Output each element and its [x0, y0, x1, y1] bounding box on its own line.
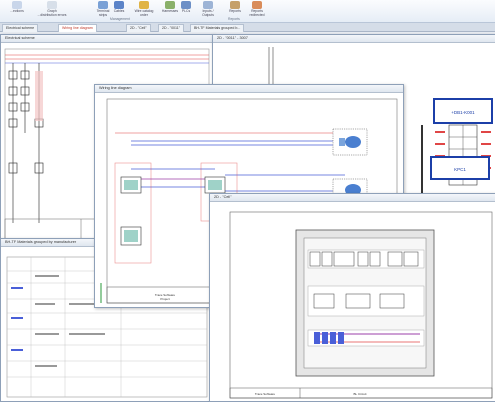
device-label-kpc1: KPC1: [454, 167, 466, 172]
ribbon-button-reports[interactable]: Reports: [224, 1, 246, 17]
cell-2d-window[interactable]: 2D - "Cell" Trace Software BL Circuit: [209, 193, 495, 402]
tab-materials-grouped[interactable]: BH-TF Materials grouped b...: [190, 24, 245, 32]
ribbon-button-plcs[interactable]: PLCs: [176, 1, 196, 17]
kpc1-device-area: KPC1: [403, 155, 491, 185]
din-rail-1[interactable]: [307, 249, 425, 269]
din-rail-3[interactable]: [307, 329, 425, 347]
electrical-scheme-title: Electrical scheme: [1, 35, 213, 43]
connections-icon: [12, 1, 22, 9]
tab-wiring-line-diagram[interactable]: Wiring line diagram: [58, 24, 97, 32]
cell-2d-title: 2D - "Cell": [210, 194, 495, 202]
din-rail-2[interactable]: [307, 285, 425, 317]
cables-icon: [114, 1, 124, 9]
tab-electrical-scheme[interactable]: Electrical scheme: [2, 24, 39, 32]
harnesses-icon: [165, 1, 175, 9]
tab-2d-cell[interactable]: 2D - "Cell": [126, 24, 151, 32]
wiring-diagram-title: Wiring line diagram: [95, 85, 403, 93]
wiring-titleblock-project: Project: [160, 297, 170, 301]
ribbon-button-cables[interactable]: Cables: [108, 1, 130, 17]
ribbon-toolbar: ...ections Graph ...distribution errors …: [0, 0, 495, 23]
cell-titleblock-label: BL Circuit: [354, 392, 367, 396]
reports-redirected-icon: [252, 1, 262, 9]
ribbon-button-graph[interactable]: Graph ...distribution errors: [32, 1, 72, 17]
device-label-db1: +DB1-K001: [451, 110, 475, 115]
cell-titleblock-company: Trace Software: [255, 392, 276, 396]
ribbon-button-reports-redirected[interactable]: Reports redirected: [244, 1, 270, 17]
terminal-block-3[interactable]: [204, 176, 226, 194]
ribbon-group-reports: Reports: [228, 17, 240, 21]
motor-1[interactable]: [332, 128, 368, 156]
terminal-block-1[interactable]: [120, 176, 142, 194]
terminal-strips-icon: [98, 1, 108, 9]
ribbon-group-management: Management: [110, 17, 130, 21]
plcs-icon: [181, 1, 191, 9]
inputs-outputs-icon: [203, 1, 213, 9]
graph-icon: [47, 1, 57, 9]
document-tab-strip: Electrical scheme Wiring line diagram 2D…: [0, 23, 495, 32]
ribbon-button-inputs-outputs[interactable]: Inputs / Outputs: [196, 1, 220, 17]
cabinet-2d-title: 2D - "0011" - 3007: [213, 35, 495, 43]
tab-2d-0011[interactable]: 2D - "0011": [158, 24, 185, 32]
terminal-block-2[interactable]: [120, 226, 142, 246]
cell-2d-canvas[interactable]: Trace Software BL Circuit: [210, 202, 495, 401]
wire-catalog-icon: [139, 1, 149, 9]
reports-icon: [230, 1, 240, 9]
ribbon-button-connections[interactable]: ...ections: [2, 1, 32, 17]
